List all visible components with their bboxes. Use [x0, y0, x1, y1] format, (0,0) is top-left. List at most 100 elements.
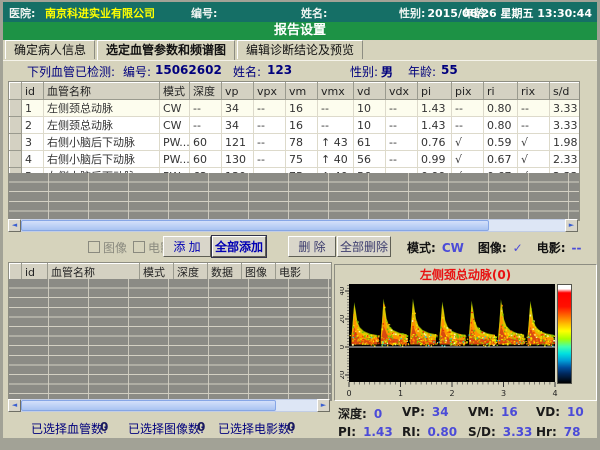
add-button[interactable]: 添 加 — [163, 236, 211, 257]
report-settings-window: 医院: 南京科进实业有限公司 编号: 姓名: 性别: 年龄: 2015/06/2… — [3, 2, 597, 438]
table-cell: -- — [452, 100, 484, 117]
row-gutter — [10, 134, 22, 151]
cine-count-label: 已选择电影数: — [218, 420, 294, 437]
measurement-value: 34 — [432, 405, 449, 419]
table-cell: 60 — [190, 151, 222, 168]
delete-button[interactable]: 删 除 — [288, 236, 336, 257]
title-bar: 报告设置 — [3, 22, 597, 40]
lower-table-hscrollbar[interactable]: ◄ ► — [8, 399, 330, 412]
selection-counts: 已选择血管数: 0 已选择图像数: 0 已选择电影数: 0 — [3, 420, 333, 436]
table-cell: 0.80 — [484, 100, 518, 117]
patient-bar: 下列血管已检测: 编号: 15062602 姓名: 123 性别: 男 年龄: … — [3, 60, 597, 80]
controls-row: 图像 电影 添 加 全部添加 删 除 全部删除 模式:CW图像:✓电影:-- — [3, 235, 597, 259]
detected-vessels-table: id血管名称模式深度vpvpxvmvmxvdvdxpipixririxs/ds/… — [8, 81, 580, 221]
selection-summary: 模式:CW图像:✓电影:-- — [407, 239, 596, 256]
table-cell: CW — [160, 117, 190, 134]
svg-text:3: 3 — [501, 389, 506, 398]
svg-text:20: 20 — [340, 371, 346, 380]
table-row[interactable]: 3右侧小脑后下动脉PW...60121--78↑ 4361--0.76√0.59… — [10, 134, 581, 151]
table-cell: -- — [254, 134, 286, 151]
measurement-label: VD: — [536, 405, 560, 419]
page-title: 报告设置 — [274, 23, 326, 38]
scroll-right-icon[interactable]: ► — [317, 399, 330, 412]
column-header: 深度 — [190, 83, 222, 100]
svg-text:2: 2 — [449, 389, 454, 398]
doppler-spectrogram: 402002001234 — [340, 282, 590, 398]
measurement-row-1: 深度:0VP:34VM:16VD:10 — [334, 404, 597, 422]
column-header: 模式 — [160, 83, 190, 100]
upper-table-hscrollbar[interactable]: ◄ ► — [8, 219, 578, 232]
checkbox-icon — [133, 241, 145, 253]
table-cell: 34 — [222, 117, 254, 134]
column-header: id — [22, 83, 44, 100]
header-gender-label: 性别: — [399, 5, 425, 21]
tab-edit-conclusion[interactable]: 编辑诊断结论及预览 — [237, 40, 363, 59]
add-all-button[interactable]: 全部添加 — [212, 236, 266, 257]
column-header: ri — [484, 83, 518, 100]
table-cell: 78 — [286, 134, 318, 151]
column-header: vm — [286, 83, 318, 100]
table-row[interactable]: 4右侧小脑后下动脉PW...60130--75↑ 4056--0.99√0.67… — [10, 151, 581, 168]
table-cell: 4 — [22, 151, 44, 168]
table-row[interactable]: 1左侧颈总动脉CW--34--16--10--1.43--0.80--3.33-… — [10, 100, 581, 117]
table-cell: -- — [386, 151, 418, 168]
table-cell: -- — [318, 117, 354, 134]
scroll-left-icon[interactable]: ◄ — [8, 219, 21, 232]
mode-label: 模式: — [407, 241, 436, 255]
table-cell: 0.80 — [484, 117, 518, 134]
table-header-row: id血管名称模式深度数据图像电影 — [10, 264, 332, 281]
row-gutter — [10, 83, 22, 100]
measurement-label: Hr: — [536, 425, 557, 438]
patient-id-label: 编号: — [123, 63, 151, 80]
scroll-right-icon[interactable]: ► — [565, 219, 578, 232]
image-value: ✓ — [513, 241, 523, 255]
row-gutter — [10, 117, 22, 134]
image-checkbox[interactable]: 图像 — [88, 239, 127, 256]
measurement-label: RI: — [402, 425, 421, 438]
table-cell: 60 — [190, 134, 222, 151]
hospital-label: 医院: — [9, 5, 35, 21]
hospital-name: 南京科进实业有限公司 — [45, 5, 155, 21]
table-cell: -- — [190, 100, 222, 117]
cine-label: 电影: — [537, 241, 566, 255]
table-cell: 61 — [354, 134, 386, 151]
measurement-pair: VD:10 — [536, 405, 584, 419]
column-header: rix — [518, 83, 550, 100]
column-header: 深度 — [174, 264, 208, 281]
table-cell: ↑ 40 — [318, 151, 354, 168]
detected-vessels-grid: id血管名称模式深度vpvpxvmvmxvdvdxpipixririxs/ds/… — [9, 82, 580, 185]
table-cell: 左侧颈总动脉 — [44, 117, 160, 134]
table-cell: -- — [518, 100, 550, 117]
delete-all-button[interactable]: 全部删除 — [337, 236, 391, 257]
column-header: id — [22, 264, 48, 281]
table-row[interactable]: 2左侧颈总动脉CW--34--16--10--1.43--0.80--3.33-… — [10, 117, 581, 134]
table-cell: -- — [190, 117, 222, 134]
header-name-label: 姓名: — [301, 5, 327, 21]
header-id-label: 编号: — [191, 5, 217, 21]
tab-vessel-params[interactable]: 选定血管参数和频谱图 — [97, 40, 235, 60]
column-header: pi — [418, 83, 452, 100]
table-cell: -- — [254, 151, 286, 168]
table-cell: 10 — [354, 117, 386, 134]
table-cell: 0.99 — [418, 151, 452, 168]
table-cell: 0.59 — [484, 134, 518, 151]
measurement-pair: RI:0.80 — [402, 425, 457, 438]
table-cell: 右侧小脑后下动脉 — [44, 151, 160, 168]
measurement-pair: 深度:0 — [338, 405, 382, 422]
table-cell: PW... — [160, 134, 190, 151]
column-header: vp — [222, 83, 254, 100]
column-header: 电影 — [276, 264, 310, 281]
table-cell: 左侧颈总动脉 — [44, 100, 160, 117]
measurement-pair: S/D:3.33 — [468, 425, 532, 438]
scroll-left-icon[interactable]: ◄ — [8, 399, 21, 412]
patient-id-value: 15062602 — [155, 63, 222, 77]
measurement-value: 3.33 — [503, 425, 533, 438]
table-cell: 3.33 — [550, 100, 581, 117]
measurement-label: VP: — [402, 405, 425, 419]
scroll-thumb[interactable] — [21, 400, 276, 411]
scroll-thumb[interactable] — [21, 220, 489, 231]
table-cell: 34 — [222, 100, 254, 117]
table-cell: 121 — [222, 134, 254, 151]
tab-patient-info[interactable]: 确定病人信息 — [5, 40, 95, 59]
patient-age-label: 年龄: — [408, 63, 436, 80]
